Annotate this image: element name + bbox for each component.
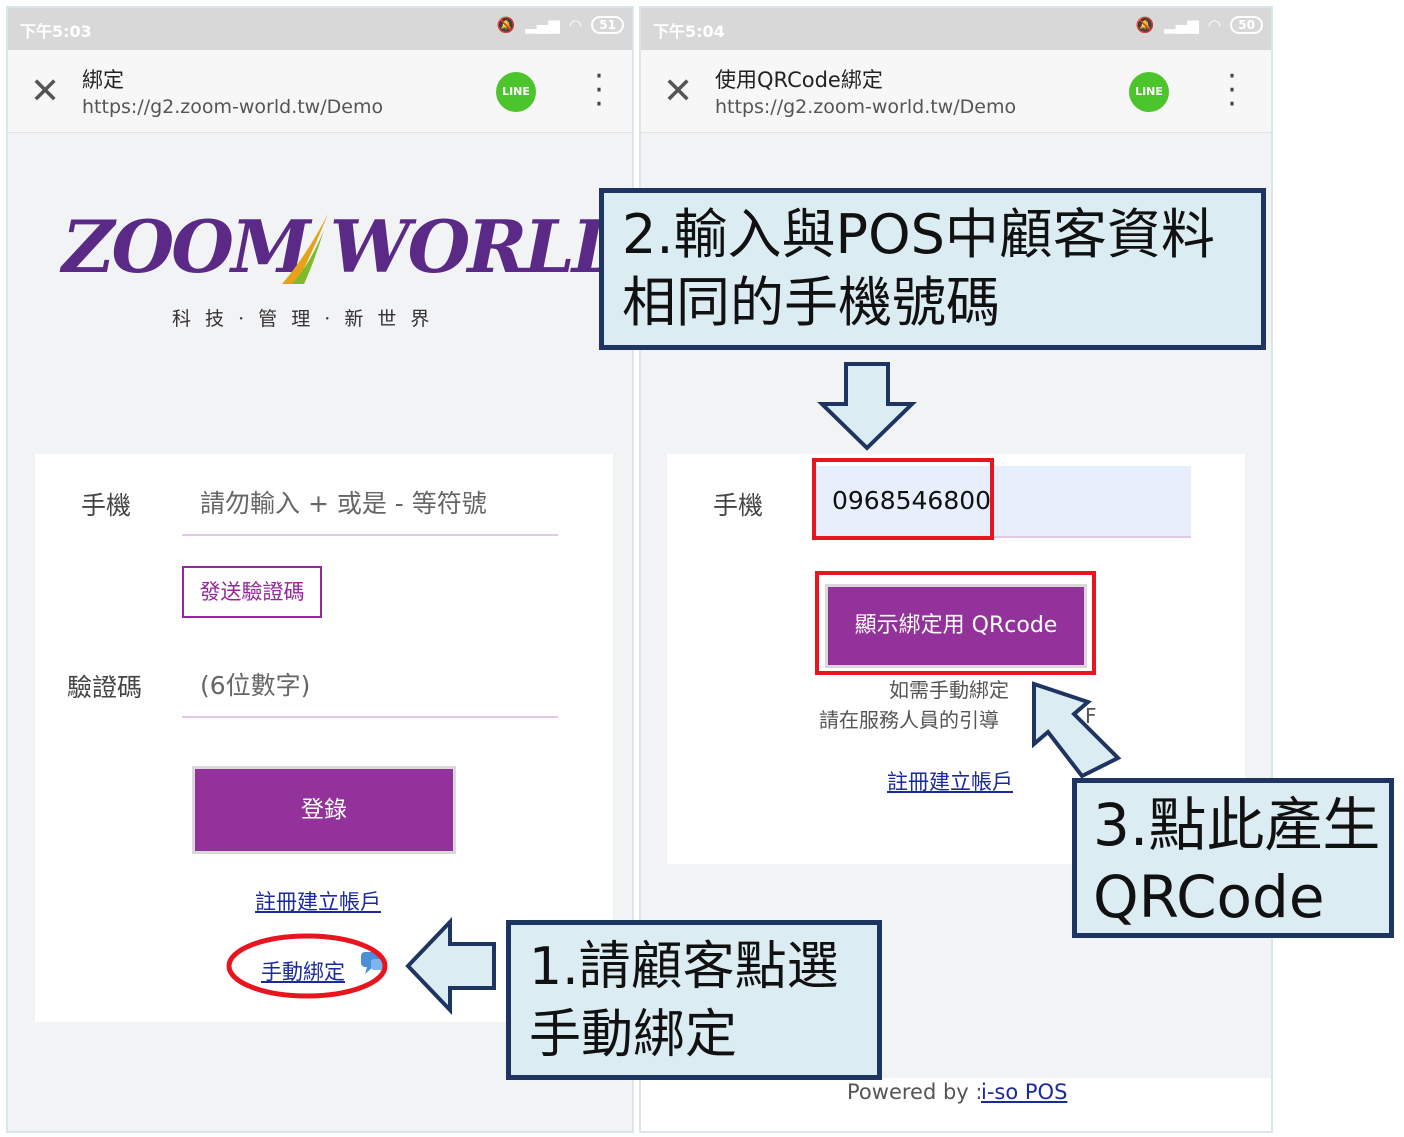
arrow-down-icon bbox=[817, 362, 917, 451]
callout-step-2-line2: 相同的手機號碼 bbox=[622, 271, 1000, 334]
callout-step-1: 1.請顧客點選 手動綁定 bbox=[506, 920, 882, 1080]
highlight-phone-value bbox=[812, 458, 994, 540]
callout-step-1-line1: 1.請顧客點選 bbox=[529, 937, 839, 997]
highlight-ellipse bbox=[226, 933, 388, 999]
callout-step-3-line2: QRCode bbox=[1093, 863, 1325, 931]
callout-step-2-line1: 2.輸入與POS中顧客資料 bbox=[622, 203, 1215, 266]
highlight-qr-button bbox=[815, 571, 1096, 675]
callout-step-3-line1: 3.點此產生 bbox=[1093, 791, 1381, 859]
callout-step-2: 2.輸入與POS中顧客資料 相同的手機號碼 bbox=[599, 188, 1266, 350]
arrow-left-icon bbox=[405, 917, 496, 1015]
callout-step-3: 3.點此產生 QRCode bbox=[1072, 778, 1394, 938]
callout-step-1-line2: 手動綁定 bbox=[529, 1005, 738, 1065]
arrow-up-left-icon bbox=[1032, 681, 1122, 779]
